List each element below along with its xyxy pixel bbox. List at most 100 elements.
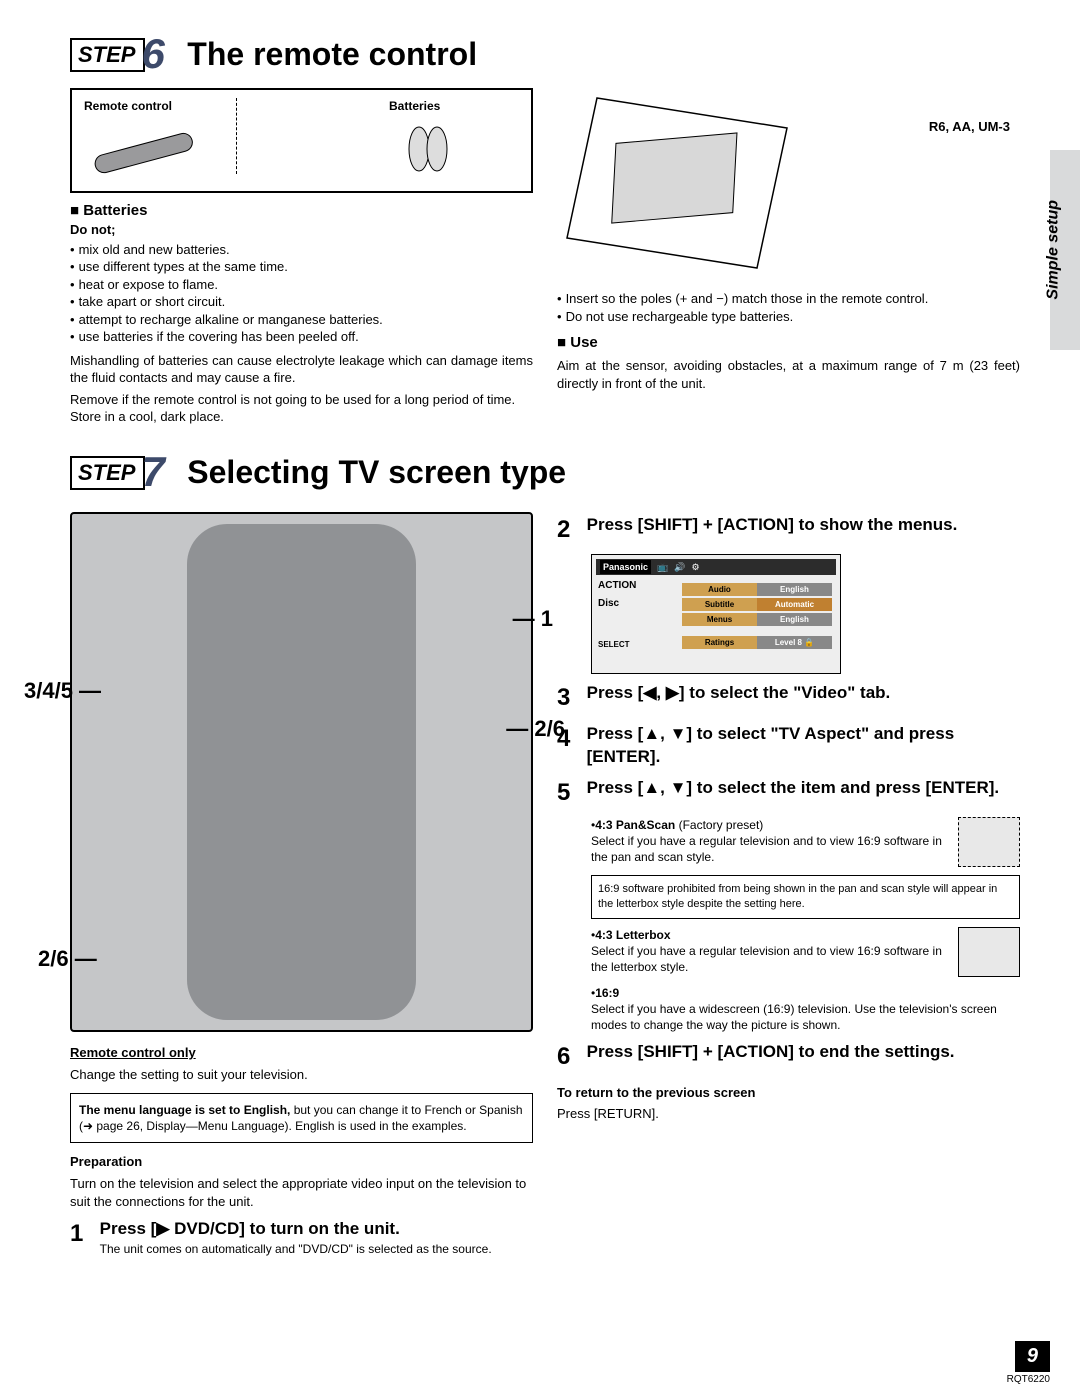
panscan-note: 16:9 software prohibited from being show…	[591, 875, 1020, 919]
osd-ratings-label: Ratings	[682, 636, 757, 649]
option-panscan-head: 4:3 Pan&Scan	[595, 818, 675, 832]
letterbox-preview-icon	[958, 927, 1020, 977]
do-not-item: heat or expose to flame.	[70, 276, 533, 294]
osd-row-label: Audio	[682, 583, 757, 596]
remote-illustration	[84, 114, 204, 174]
page-number: 9	[1015, 1341, 1050, 1372]
batteries-label: Batteries	[389, 98, 519, 114]
osd-disc: Disc	[598, 597, 668, 611]
pointer-26-left-label: 2/6	[38, 946, 69, 971]
osd-menu-preview: Panasonic 📺 🔊 ⚙ ACTION Disc SELECT Audio…	[591, 554, 841, 674]
osd-row-value: English	[757, 613, 832, 626]
use-body: Aim at the sensor, avoiding obstacles, a…	[557, 357, 1020, 392]
do-not-list: mix old and new batteries. use different…	[70, 241, 533, 346]
battery-type-label: R6, AA, UM-3	[929, 118, 1010, 136]
remote-silhouette	[187, 524, 417, 1020]
osd-ratings-value: Level 8 🔒	[757, 636, 832, 649]
batteries-illustration	[389, 114, 469, 174]
step7-label: STEP	[70, 456, 145, 490]
step-2-text: Press [SHIFT] + [ACTION] to show the men…	[587, 514, 1020, 537]
osd-row: AudioEnglish	[682, 583, 832, 596]
osd-row: SubtitleAutomatic	[682, 598, 832, 611]
osd-row-value: Automatic	[757, 598, 832, 611]
tab-icon: 📺	[657, 561, 668, 573]
step6-badge: STEP6	[70, 30, 165, 78]
insert-notes: Insert so the poles (+ and −) match thos…	[557, 290, 1020, 325]
step-1-sub: The unit comes on automatically and "DVD…	[100, 1241, 533, 1257]
step6-title: The remote control	[187, 36, 477, 73]
osd-row: MenusEnglish	[682, 613, 832, 626]
osd-row-label: Menus	[682, 613, 757, 626]
pointer-26-right: — 2/6	[506, 714, 565, 744]
batteries-heading-text: Batteries	[83, 202, 147, 219]
page-footer: 9 RQT6220	[1007, 1341, 1050, 1385]
osd-select: SELECT	[598, 640, 668, 651]
doc-code: RQT6220	[1007, 1374, 1050, 1385]
option-panscan: •4:3 Pan&Scan (Factory preset) Select if…	[591, 817, 1020, 867]
preparation-heading: Preparation	[70, 1153, 533, 1171]
do-not-item: use different types at the same time.	[70, 258, 533, 276]
step-5-num: 5	[557, 777, 583, 809]
return-body: Press [RETURN].	[557, 1105, 1020, 1123]
step7-title: Selecting TV screen type	[187, 454, 566, 491]
osd-brand: Panasonic	[600, 560, 651, 574]
pointer-345-label: 3/4/5	[24, 678, 73, 703]
step-1-num: 1	[70, 1218, 96, 1250]
option-169: •16:9 Select if you have a widescreen (1…	[591, 985, 1020, 1034]
osd-row-label: Subtitle	[682, 598, 757, 611]
step6-num: 6	[141, 30, 164, 77]
do-not-item: mix old and new batteries.	[70, 241, 533, 259]
mishandling-note: Mishandling of batteries can cause elect…	[70, 352, 533, 387]
remove-note: Remove if the remote control is not goin…	[70, 391, 533, 426]
remote-only-label: Remote control only	[70, 1044, 533, 1062]
do-not-item: use batteries if the covering has been p…	[70, 328, 533, 346]
step-6-num: 6	[557, 1041, 583, 1073]
pointer-1: — 1	[513, 604, 553, 634]
option-letterbox-body: Select if you have a regular television …	[591, 944, 942, 974]
do-not-item: take apart or short circuit.	[70, 293, 533, 311]
step-2-num: 2	[557, 514, 583, 546]
recharge-note: Do not use rechargeable type batteries.	[557, 308, 1020, 326]
step-1-text: Press [▶ DVD/CD] to turn on the unit. Th…	[100, 1218, 533, 1257]
step-4-text: Press [▲, ▼] to select "TV Aspect" and p…	[587, 723, 1020, 769]
remote-batteries-box: Remote control Batteries	[70, 88, 533, 193]
remote-diagram: — 1 3/4/5 — — 2/6 2/6 —	[70, 512, 533, 1032]
osd-row-value: English	[757, 583, 832, 596]
insert-note: Insert so the poles (+ and −) match thos…	[557, 290, 1020, 308]
tab-icon: ⚙	[691, 561, 699, 573]
pointer-345: 3/4/5 —	[24, 676, 101, 706]
step6-header: STEP6 The remote control	[70, 30, 1020, 78]
option-169-body: Select if you have a widescreen (16:9) t…	[591, 1002, 997, 1032]
step7-header: STEP7 Selecting TV screen type	[70, 448, 1020, 496]
osd-left-panel: ACTION Disc SELECT	[598, 579, 668, 651]
osd-menu-tabs: Panasonic 📺 🔊 ⚙	[596, 559, 836, 575]
osd-rows: AudioEnglish SubtitleAutomatic MenusEngl…	[682, 583, 832, 651]
osd-action: ACTION	[598, 579, 668, 593]
batteries-heading: ■ Batteries	[70, 201, 533, 221]
option-169-head: 16:9	[595, 986, 619, 1000]
change-setting-text: Change the setting to suit your televisi…	[70, 1066, 533, 1084]
use-heading-text: Use	[570, 334, 598, 351]
tab-icon: 🔊	[674, 561, 685, 573]
option-letterbox: •4:3 Letterbox Select if you have a regu…	[591, 927, 1020, 977]
return-heading: To return to the previous screen	[557, 1084, 1020, 1102]
step7-badge: STEP7	[70, 448, 165, 496]
step-1-main: Press [▶ DVD/CD] to turn on the unit.	[100, 1219, 400, 1238]
menu-language-bold: The menu language is set to English,	[79, 1103, 294, 1117]
option-panscan-preset: (Factory preset)	[675, 818, 763, 832]
side-tab-label: Simple setup	[1045, 200, 1063, 300]
do-not-item: attempt to recharge alkaline or manganes…	[70, 311, 533, 329]
remote-control-label: Remote control	[84, 98, 214, 114]
option-panscan-body: Select if you have a regular television …	[591, 834, 942, 864]
pointer-26-left: 2/6 —	[38, 944, 97, 974]
pointer-26-right-label: 2/6	[534, 716, 565, 741]
use-heading: ■ Use	[557, 333, 1020, 353]
do-not-label: Do not;	[70, 221, 533, 239]
pointer-1-label: 1	[541, 606, 553, 631]
step-3-num: 3	[557, 682, 583, 714]
option-letterbox-head: 4:3 Letterbox	[595, 928, 670, 942]
battery-compartment-illustration	[557, 88, 817, 288]
step6-label: STEP	[70, 38, 145, 72]
osd-row-ratings: RatingsLevel 8 🔒	[682, 636, 832, 649]
panscan-preview-icon	[958, 817, 1020, 867]
